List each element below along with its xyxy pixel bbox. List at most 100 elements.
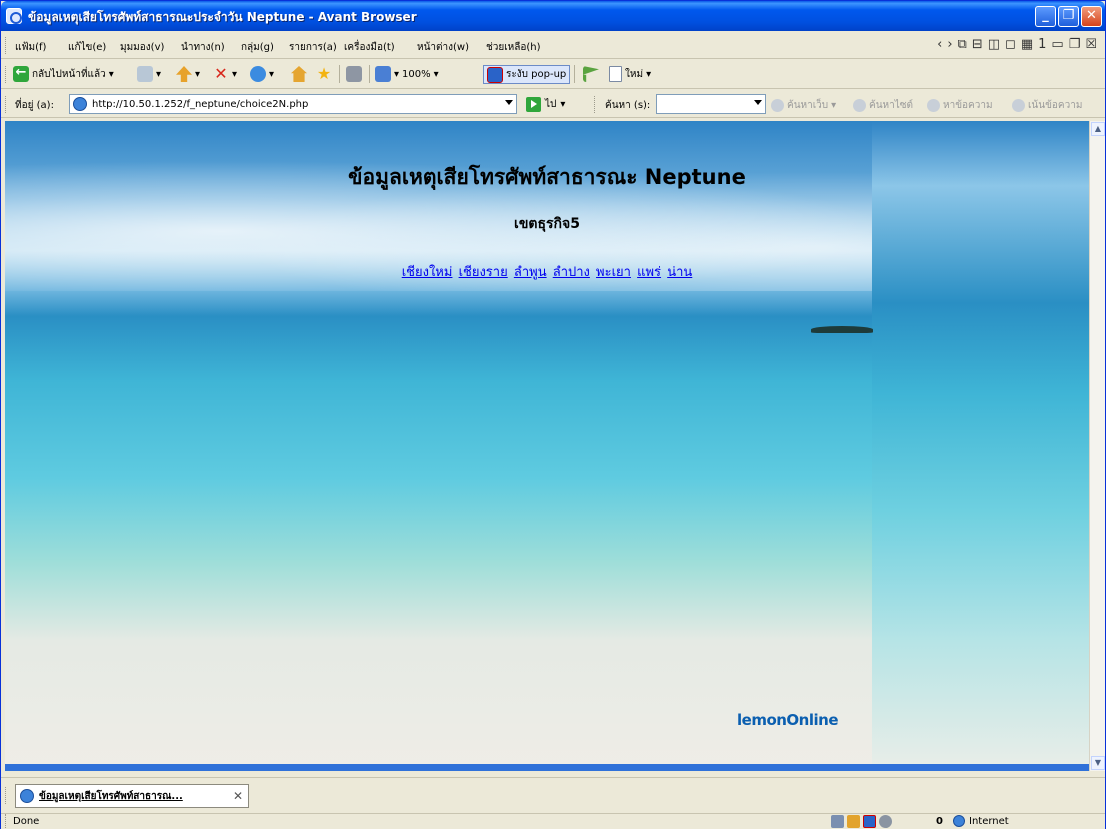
- tabbar-grip[interactable]: [5, 787, 8, 804]
- refresh-button[interactable]: ▾: [250, 65, 274, 83]
- network-icon[interactable]: [831, 815, 844, 828]
- scroll-down-icon[interactable]: ▼: [1091, 756, 1105, 770]
- window-icon: [375, 66, 391, 82]
- chevron-down-icon[interactable]: ▾: [156, 69, 161, 80]
- highlight-button[interactable]: เน้นข้อความ: [1012, 98, 1082, 113]
- new-page-icon: [609, 66, 622, 82]
- zone-label: Internet: [969, 815, 1009, 827]
- province-link-chiang-rai[interactable]: เชียงราย: [459, 265, 508, 280]
- chevron-down-icon[interactable]: ▾: [434, 69, 439, 80]
- navigation-toolbar: ← กลับไปหน้าที่แล้ว ▾ ▾ ▾ ✕ ▾ ▾ ★ ▾ 100%…: [1, 60, 1105, 89]
- chevron-down-icon[interactable]: ▾: [232, 69, 237, 80]
- menu-tools[interactable]: เครื่องมือ(t): [344, 40, 395, 55]
- menu-navigate[interactable]: นำทาง(n): [181, 40, 225, 55]
- popup-blocker-icon[interactable]: [863, 815, 876, 828]
- tile-horizontal-icon[interactable]: ⊟: [972, 37, 983, 54]
- back-button[interactable]: ← กลับไปหน้าที่แล้ว ▾: [13, 65, 114, 83]
- province-link-lampang[interactable]: ลำปาง: [553, 265, 590, 280]
- browser-app-icon[interactable]: [6, 8, 22, 24]
- province-link-chiang-mai[interactable]: เชียงใหม่: [402, 265, 453, 280]
- up-button[interactable]: ▾: [176, 65, 200, 83]
- menu-view[interactable]: มุมมอง(v): [120, 40, 164, 55]
- chevron-down-icon[interactable]: ▾: [195, 69, 200, 80]
- search-web-label: ค้นหาเว็บ: [787, 100, 829, 111]
- addressbar-grip[interactable]: [5, 96, 8, 113]
- toolbar-separator: [339, 65, 340, 83]
- chevron-down-icon[interactable]: ▾: [560, 99, 565, 110]
- child-restore-icon[interactable]: ❐: [1069, 37, 1081, 54]
- chevron-down-icon[interactable]: ▾: [269, 69, 274, 80]
- close-icon[interactable]: ✕: [233, 789, 243, 803]
- chevron-down-icon[interactable]: ▾: [646, 69, 651, 80]
- one-window-icon[interactable]: 1: [1038, 37, 1046, 54]
- popup-blocker-icon: [487, 66, 503, 83]
- tab-active[interactable]: ข้อมูลเหตุเสียโทรศัพท์สาธารณ... ✕: [15, 784, 249, 808]
- cascade-icon[interactable]: ⧉: [958, 37, 967, 54]
- favorites-button[interactable]: ★: [316, 65, 332, 83]
- province-link-nan[interactable]: น่าน: [667, 265, 692, 280]
- statusbar-grip: [5, 814, 8, 828]
- child-minimize-icon[interactable]: ▭: [1051, 37, 1063, 54]
- chevron-down-icon[interactable]: [505, 100, 513, 105]
- close-button[interactable]: ✕: [1081, 6, 1102, 27]
- star-icon: ★: [316, 64, 332, 83]
- menu-file[interactable]: แฟ้ม(f): [15, 40, 46, 55]
- searchbar-grip[interactable]: [594, 96, 597, 113]
- globe-icon: [953, 815, 965, 827]
- go-button[interactable]: ไป ▾: [526, 96, 565, 113]
- menu-window[interactable]: หน้าต่าง(w): [417, 40, 469, 55]
- province-link-phayao[interactable]: พะเยา: [596, 265, 631, 280]
- address-field[interactable]: [69, 94, 517, 114]
- menu-group[interactable]: กลุ่ม(g): [241, 40, 274, 55]
- menubar-grip[interactable]: [5, 37, 8, 54]
- page-icon: [20, 789, 34, 803]
- highlight-label: เน้นข้อความ: [1028, 100, 1083, 111]
- prev-window-icon[interactable]: ‹: [937, 37, 942, 54]
- home-button[interactable]: [291, 65, 307, 83]
- forward-button[interactable]: ▾: [137, 65, 161, 83]
- stop-button[interactable]: ✕ ▾: [213, 65, 237, 83]
- new-window-button[interactable]: ใหม่ ▾: [609, 65, 651, 83]
- maximize-button[interactable]: ❐: [1058, 6, 1079, 27]
- page-icon: [73, 97, 87, 111]
- new-label: ใหม่: [625, 68, 644, 80]
- chevron-down-icon[interactable]: [754, 100, 762, 105]
- security-zone: Internet: [953, 815, 1009, 827]
- menu-edit[interactable]: แก้ไข(e): [68, 40, 106, 55]
- search-field[interactable]: [656, 94, 766, 114]
- title-bar[interactable]: ข้อมูลเหตุเสียโทรศัพท์สาธารณะประจำวัน Ne…: [1, 1, 1105, 31]
- province-link-phrae[interactable]: แพร่: [637, 265, 661, 280]
- toolbar-grip[interactable]: [5, 66, 8, 83]
- flash-button[interactable]: [583, 65, 599, 83]
- address-bar: ที่อยู่ (a): ไป ▾ ค้นหา (s): ค้นหาเว็บ ▾…: [1, 90, 1105, 118]
- child-close-icon[interactable]: ☒: [1085, 37, 1097, 54]
- chevron-down-icon[interactable]: ▾: [109, 69, 114, 80]
- popup-blocker-label: ระงับ pop-up: [506, 69, 567, 80]
- vertical-scrollbar[interactable]: ▲ ▼: [1089, 121, 1105, 771]
- search-site-button[interactable]: ค้นหาไซต์: [853, 98, 913, 113]
- zoom-button[interactable]: ▾ 100% ▾: [375, 65, 439, 83]
- province-links: เชียงใหม่ เชียงราย ลำพูน ลำปาง พะเยา แพร…: [5, 261, 1089, 282]
- next-window-icon[interactable]: ›: [947, 37, 952, 54]
- province-link-lamphun[interactable]: ลำพูน: [514, 265, 547, 280]
- forward-arrow-icon: [137, 66, 153, 82]
- find-text-button[interactable]: หาข้อความ: [927, 98, 993, 113]
- lock-icon[interactable]: [847, 815, 860, 828]
- print-button[interactable]: [346, 65, 362, 83]
- single-window-icon[interactable]: ◻: [1005, 37, 1016, 54]
- chevron-down-icon[interactable]: ▾: [831, 100, 836, 111]
- go-label: ไป: [545, 99, 557, 110]
- tile-vertical-icon[interactable]: ◫: [988, 37, 1000, 54]
- arrange-icon[interactable]: ▦: [1021, 37, 1033, 54]
- privacy-icon[interactable]: [879, 815, 892, 828]
- popup-blocker-toggle[interactable]: ระงับ pop-up: [483, 65, 571, 84]
- menu-list[interactable]: รายการ(a): [289, 40, 337, 55]
- search-web-button[interactable]: ค้นหาเว็บ ▾: [771, 98, 836, 113]
- page-viewport: ข้อมูลเหตุเสียโทรศัพท์สาธารณะ Neptune เข…: [5, 121, 1089, 771]
- chevron-down-icon[interactable]: ▾: [394, 69, 399, 80]
- menu-help[interactable]: ช่วยเหลือ(h): [486, 40, 541, 55]
- scroll-up-icon[interactable]: ▲: [1091, 122, 1105, 136]
- minimize-button[interactable]: _: [1035, 6, 1056, 27]
- search-icon: [771, 99, 784, 112]
- address-input[interactable]: [92, 97, 492, 112]
